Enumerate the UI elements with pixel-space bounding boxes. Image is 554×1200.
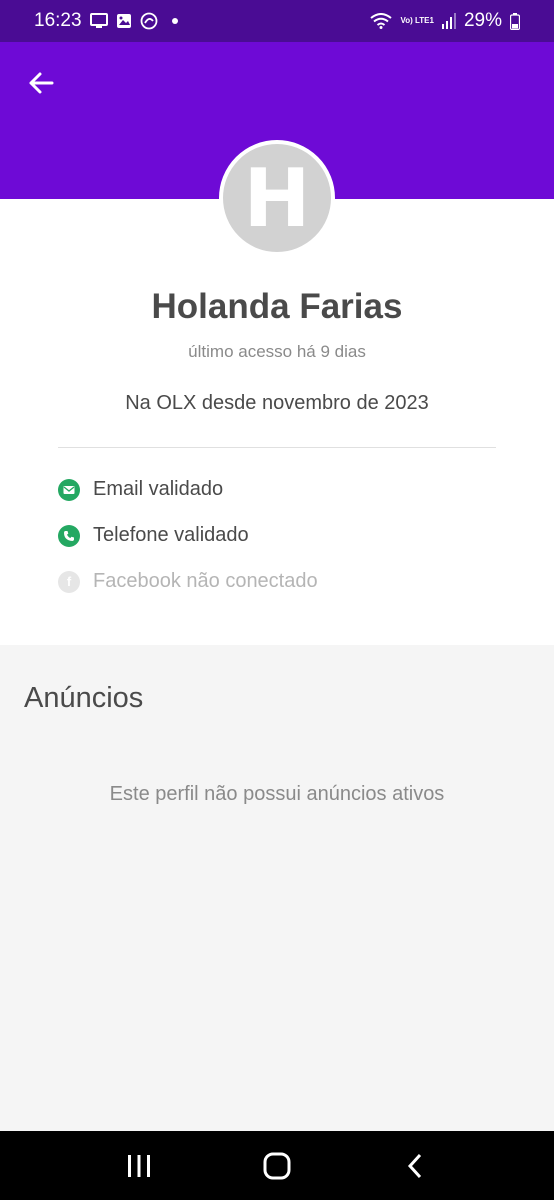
recent-apps-icon xyxy=(128,1154,150,1177)
empty-listings-message: Este perfil não possui anúncios ativos xyxy=(109,783,445,805)
recent-apps-button[interactable] xyxy=(109,1141,169,1191)
screen-cast-icon xyxy=(89,13,108,29)
battery-icon xyxy=(510,12,520,30)
back-nav-button[interactable] xyxy=(385,1141,445,1191)
verification-facebook-label: Facebook não conectado xyxy=(93,570,318,592)
signal-icon xyxy=(441,13,456,29)
verification-phone: Telefone validado xyxy=(58,524,249,547)
back-button[interactable] xyxy=(22,64,60,102)
verification-phone-label: Telefone validado xyxy=(93,524,249,546)
verification-email: Email validado xyxy=(58,478,223,501)
facebook-icon: f xyxy=(58,570,80,593)
notification-dot-icon xyxy=(171,18,178,24)
divider xyxy=(58,447,496,448)
screen: 16:23 Vo) LTE1 29% H Holanda Farias últi… xyxy=(0,0,554,1200)
arrow-left-icon xyxy=(29,72,54,94)
status-bar: 16:23 Vo) LTE1 29% xyxy=(0,0,554,42)
email-icon xyxy=(58,478,80,501)
battery-percent: 29% xyxy=(463,10,502,31)
volte-icon: Vo) LTE1 xyxy=(400,16,434,25)
navigation-bar xyxy=(0,1131,554,1200)
status-right: Vo) LTE1 29% xyxy=(370,10,520,32)
gallery-icon xyxy=(116,13,132,29)
member-since: Na OLX desde novembro de 2023 xyxy=(125,392,429,414)
home-icon xyxy=(263,1152,291,1179)
user-name: Holanda Farias xyxy=(151,287,403,326)
status-time: 16:23 xyxy=(34,10,82,31)
verification-email-label: Email validado xyxy=(93,478,224,500)
home-button[interactable] xyxy=(247,1141,307,1191)
wifi-icon xyxy=(370,13,393,29)
verification-facebook: f Facebook não conectado xyxy=(58,570,318,593)
chevron-left-icon xyxy=(407,1153,422,1178)
app-notification-icon xyxy=(140,12,158,30)
phone-icon xyxy=(58,524,80,547)
avatar: H xyxy=(219,140,335,256)
last-access: último acesso há 9 dias xyxy=(188,342,366,361)
status-left: 16:23 xyxy=(34,10,178,32)
listings-title: Anúncios xyxy=(24,682,144,714)
